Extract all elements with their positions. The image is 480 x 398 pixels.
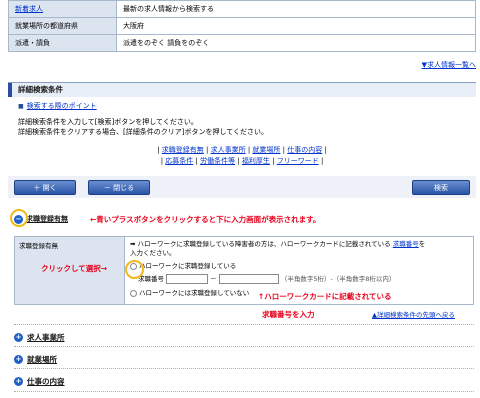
- accordion-label[interactable]: 就業場所: [27, 355, 57, 364]
- radio-unregistered[interactable]: [130, 289, 137, 297]
- condition-key: 派遣・請負: [8, 34, 117, 52]
- divider: [14, 346, 474, 347]
- job-number-row: 求職番号 － （半角数字5桁）-（半角数字8桁以内）: [130, 273, 468, 285]
- plus-circle-icon[interactable]: +: [14, 355, 23, 364]
- section-title: 詳細検索条件: [8, 83, 476, 97]
- divider: [14, 324, 474, 325]
- button-bar: ＋ 開く － 閉じる 検索: [8, 176, 476, 198]
- note-click-select: クリックして選択→: [41, 264, 108, 273]
- condition-key: 就業場所の都道府県: [8, 17, 117, 35]
- link-workplace[interactable]: 就業場所: [252, 146, 280, 154]
- note-plus-button: ←青いプラスボタンをクリックすると下に入力画面が表示されます。: [90, 215, 321, 224]
- condition-value: 最新の求人情報から検索する: [116, 0, 476, 18]
- search-button[interactable]: 検索: [412, 180, 470, 195]
- condition-value: 大阪府: [116, 17, 476, 35]
- condition-row: 新着求人 最新の求人情報から検索する: [8, 0, 476, 18]
- dash: －: [210, 275, 217, 283]
- job-list-link[interactable]: ▼求人情報一覧へ: [422, 60, 476, 70]
- toggle-label[interactable]: 求職登録有無: [26, 215, 68, 223]
- plus-circle-icon[interactable]: +: [14, 377, 23, 386]
- condition-value: 派遣をのぞく 請負をのぞく: [116, 34, 476, 52]
- job-number-field-1[interactable]: [166, 274, 209, 284]
- job-number-hint: （半角数字5桁）-（半角数字8桁以内）: [280, 275, 396, 283]
- link-labor-conditions[interactable]: 労働条件等: [200, 157, 235, 165]
- highlight-circle-radio: [125, 260, 144, 279]
- accordion-job-content[interactable]: + 仕事の内容: [14, 376, 65, 387]
- condition-row: 派遣・請負 派遣をのぞく 請負をのぞく: [8, 34, 476, 52]
- link-free-word[interactable]: フリーワード: [277, 157, 319, 165]
- note-card: ↑ハローワークカードに記載されている: [258, 292, 392, 301]
- note-number: 求職番号を入力: [262, 310, 315, 319]
- accordion-label[interactable]: 仕事の内容: [27, 377, 65, 386]
- close-button[interactable]: － 閉じる: [88, 180, 150, 195]
- desc-line-2: 詳細検索条件をクリアする場合、[詳細条件のクリア]ボタンを押してください。: [18, 128, 269, 136]
- option-registered[interactable]: ハローワークに求職登録している: [130, 261, 468, 271]
- option-registered-label: ハローワークに求職登録している: [139, 262, 237, 270]
- option-unregistered-label: ハローワークには求職登録していない: [139, 289, 250, 297]
- reg-instruction: ➡ ハローワークに求職登録している障害者の方は、ハローワークカードに記載されてい…: [130, 240, 468, 249]
- link-benefits[interactable]: 福利厚生: [242, 157, 270, 165]
- search-point-link[interactable]: 検索する際のポイント: [8, 101, 476, 111]
- open-button[interactable]: ＋ 開く: [14, 180, 76, 195]
- link-registration[interactable]: 求職登録有無: [162, 146, 204, 154]
- highlight-circle: [10, 209, 28, 227]
- section-description: 詳細検索条件を入力して[検索]ボタンを押してください。 詳細検索条件をクリアする…: [8, 117, 476, 137]
- links-line-1: | 求職登録有無 | 求人事業所 | 就業場所 | 仕事の内容 |: [157, 146, 327, 154]
- job-number-label: 求職番号: [138, 275, 164, 283]
- accordion-employer[interactable]: + 求人事業所: [14, 332, 65, 343]
- job-number-field-2[interactable]: [218, 274, 279, 284]
- reg-text-2: 入力ください。: [130, 249, 176, 257]
- reg-text-1: ➡ ハローワークに求職登録している障害者の方は、ハローワークカードに記載されてい…: [130, 240, 391, 248]
- desc-line-1: 詳細検索条件を入力して[検索]ボタンを押してください。: [18, 118, 198, 126]
- plus-circle-icon[interactable]: +: [14, 333, 23, 342]
- link-job-content[interactable]: 仕事の内容: [287, 146, 322, 154]
- divider: [14, 368, 474, 369]
- conditions-table: 新着求人 最新の求人情報から検索する 就業場所の都道府県 大阪府 派遣・請負 派…: [8, 0, 476, 52]
- job-number-link[interactable]: 求職番号: [393, 240, 419, 248]
- reg-text-1-tail: を: [418, 240, 426, 248]
- back-to-top-link[interactable]: ▲詳細検索条件の先頭へ戻る: [372, 309, 455, 319]
- link-requirements[interactable]: 応募条件: [165, 157, 193, 165]
- accordion-label[interactable]: 求人事業所: [27, 333, 65, 342]
- section-links: | 求職登録有無 | 求人事業所 | 就業場所 | 仕事の内容 | | 応募条件…: [8, 145, 476, 167]
- link-employer[interactable]: 求人事業所: [211, 146, 246, 154]
- condition-key-link[interactable]: 新着求人: [15, 5, 43, 13]
- condition-row: 就業場所の都道府県 大阪府: [8, 17, 476, 35]
- links-line-2: | 応募条件 | 労働条件等 | 福利厚生 | フリーワード |: [160, 157, 324, 165]
- search-point-label[interactable]: 検索する際のポイント: [27, 102, 97, 110]
- divider: [14, 391, 474, 392]
- accordion-workplace[interactable]: + 就業場所: [14, 354, 57, 365]
- conditions-table-wrap: 新着求人 最新の求人情報から検索する 就業場所の都道府県 大阪府 派遣・請負 派…: [8, 0, 476, 52]
